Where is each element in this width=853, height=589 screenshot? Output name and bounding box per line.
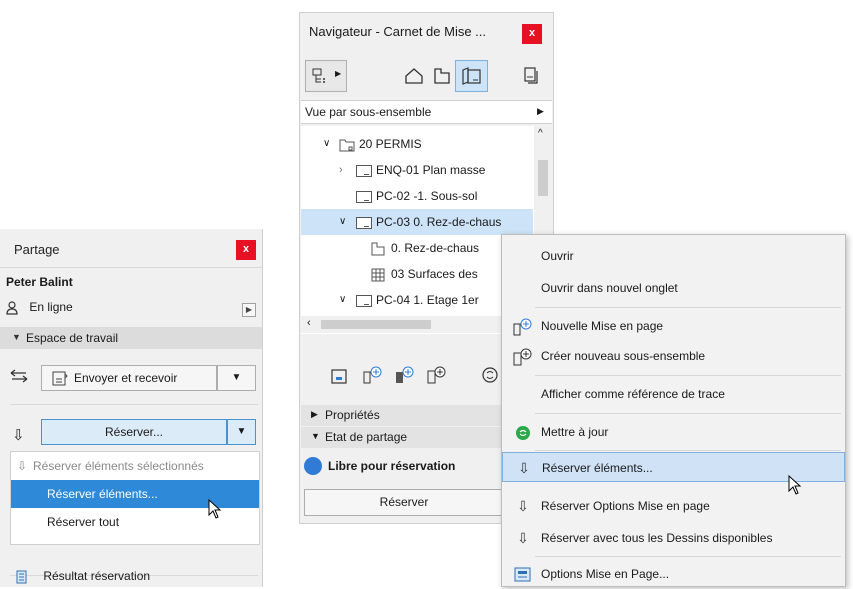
reserve-arrow-icon: ⇩ xyxy=(517,530,529,546)
schedule-icon xyxy=(371,261,385,287)
chevron-down-icon: ∨ xyxy=(323,138,331,149)
tree-row[interactable]: › ENQ-01 Plan masse xyxy=(301,157,533,183)
refresh-icon[interactable] xyxy=(481,366,499,387)
update-icon xyxy=(511,417,535,447)
view-map-icon[interactable] xyxy=(433,67,451,88)
workspace-section[interactable]: ▼ Espace de travail xyxy=(0,327,262,349)
expand-arrow-icon: ▶ xyxy=(335,69,342,78)
horizontal-scrollbar[interactable]: ‹ xyxy=(301,316,533,333)
free-status-label: Libre pour réservation xyxy=(328,459,456,473)
result-label: Résultat réservation xyxy=(43,569,151,583)
hierarchy-icon xyxy=(312,68,328,87)
person-icon xyxy=(6,300,21,315)
user-name: Peter Balint xyxy=(6,275,73,289)
menu-item-update[interactable]: Mettre à jour xyxy=(502,417,845,447)
reserve-dropdown[interactable]: ▼ xyxy=(227,419,256,445)
send-receive-button[interactable]: Envoyer et recevoir xyxy=(41,365,217,391)
reserve-button-nav[interactable]: Réserver xyxy=(304,489,504,516)
status-expand-icon[interactable]: ▶ xyxy=(242,303,256,317)
properties-label: Propriétés xyxy=(325,408,380,422)
chevron-right-icon: › xyxy=(339,164,343,176)
exchange-icon xyxy=(10,369,28,386)
partage-title: Partage xyxy=(14,242,60,257)
view-selector[interactable]: Vue par sous-ensemble ▶ xyxy=(301,100,552,124)
layout-icon xyxy=(356,157,372,183)
tree-mode-button[interactable]: ▶ xyxy=(305,60,347,92)
project-map-icon[interactable] xyxy=(404,67,424,88)
tree-row-selected[interactable]: ∨ PC-03 0. Rez-de-chaus xyxy=(301,209,533,235)
status-label: En ligne xyxy=(29,300,73,314)
reserve-arrow-icon: ⇩ xyxy=(517,498,529,514)
add-layout-icon xyxy=(511,311,535,341)
reserve-menu: ⇩ Réserver éléments sélectionnés Réserve… xyxy=(10,451,260,545)
tree-row[interactable]: 0. Rez-de-chaus xyxy=(301,235,533,261)
folder-icon xyxy=(339,131,355,157)
report-icon xyxy=(16,569,33,584)
status-dot-icon xyxy=(304,457,322,475)
navigator-title: Navigateur - Carnet de Mise ... xyxy=(309,24,487,39)
mouse-cursor-icon xyxy=(788,475,802,495)
expand-triangle-icon: ▶ xyxy=(311,409,318,419)
menu-item-show-trace[interactable]: Afficher comme référence de trace xyxy=(502,379,845,409)
tree-row[interactable]: ∨ 20 PERMIS xyxy=(301,131,533,157)
new-layout-icon[interactable] xyxy=(331,367,349,388)
collapse-triangle-icon: ▼ xyxy=(12,332,21,342)
menu-item-new-layout[interactable]: Nouvelle Mise en page xyxy=(502,311,845,341)
reserve-arrow-icon: ⇩ xyxy=(518,460,530,476)
tree-row[interactable]: PC-02 -1. Sous-sol xyxy=(301,183,533,209)
menu-item-reserve-layout-options[interactable]: ⇩ Réserver Options Mise en page xyxy=(502,491,845,521)
tree-row[interactable]: ∨ PC-04 1. Etage 1er xyxy=(301,287,533,313)
send-receive-dropdown[interactable]: ▼ xyxy=(217,365,256,391)
navigator-close-button[interactable]: x xyxy=(522,24,542,44)
menu-item-open[interactable]: Ouvrir xyxy=(502,241,845,271)
chevron-down-icon: ∨ xyxy=(339,294,347,305)
vertical-scroll-thumb[interactable] xyxy=(538,160,548,196)
menu-item-new-subset[interactable]: Créer nouveau sous-ensemble xyxy=(502,341,845,371)
layout-icon xyxy=(356,287,372,313)
collapse-triangle-icon: ▼ xyxy=(311,431,320,441)
menu-item-reserve-all-drawings[interactable]: ⇩ Réserver avec tous les Dessins disponi… xyxy=(502,523,845,553)
add-subset-icon[interactable] xyxy=(427,365,447,388)
menu-item-layout-options[interactable]: Options Mise en Page... xyxy=(502,559,845,589)
floor-plan-icon xyxy=(371,235,385,261)
scroll-left-icon[interactable]: ‹ xyxy=(307,317,311,329)
layout-icon xyxy=(356,183,372,209)
context-menu: Ouvrir Ouvrir dans nouvel onglet Nouvell… xyxy=(501,234,846,587)
horizontal-scroll-thumb[interactable] xyxy=(321,320,431,329)
view-selector-label: Vue par sous-ensemble xyxy=(305,105,432,119)
view-selector-arrow-icon: ▶ xyxy=(537,106,544,116)
result-row[interactable]: Résultat réservation xyxy=(16,569,150,584)
publisher-icon[interactable] xyxy=(523,67,541,88)
send-receive-icon xyxy=(52,371,68,389)
add-layout-icon[interactable] xyxy=(363,365,383,388)
send-receive-label: Envoyer et recevoir xyxy=(74,371,178,385)
reserve-arrow-icon: ⇩ xyxy=(17,459,28,473)
menu-item-reserve-selected[interactable]: ⇩ Réserver éléments sélectionnés xyxy=(11,452,259,480)
layout-book-icon xyxy=(462,67,482,88)
reserve-button[interactable]: Réserver... xyxy=(41,419,227,445)
layout-icon xyxy=(356,209,372,235)
reserve-arrow-icon: ⇩ xyxy=(12,427,25,444)
partage-panel: Partage x Peter Balint En ligne ▶ ▼ Espa… xyxy=(0,229,263,587)
layout-options-icon xyxy=(511,559,535,589)
tree-row[interactable]: 03 Surfaces des xyxy=(301,261,533,287)
partage-close-button[interactable]: x xyxy=(236,240,256,260)
layout-book-button[interactable] xyxy=(455,60,488,92)
menu-item-open-new-tab[interactable]: Ouvrir dans nouvel onglet xyxy=(502,273,845,303)
workspace-label: Espace de travail xyxy=(26,331,119,345)
add-subset-icon xyxy=(511,341,535,371)
mouse-cursor-icon xyxy=(208,499,222,519)
online-status[interactable]: En ligne xyxy=(6,300,73,315)
chevron-down-icon: ∨ xyxy=(339,216,347,227)
scroll-up-icon[interactable]: ^ xyxy=(538,128,543,139)
add-master-icon[interactable] xyxy=(395,365,415,388)
share-state-label: Etat de partage xyxy=(325,430,408,444)
